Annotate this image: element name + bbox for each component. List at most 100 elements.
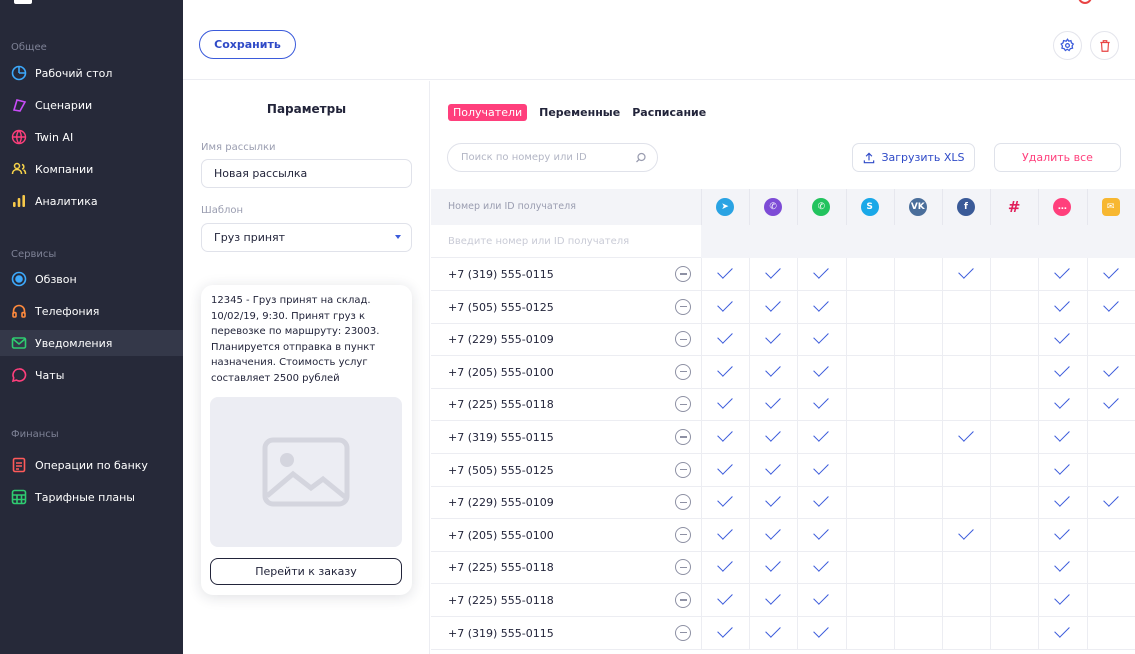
- channel-cell[interactable]: [749, 355, 797, 389]
- sidebar-item[interactable]: Телефония: [0, 298, 183, 324]
- viber-icon[interactable]: ✆: [764, 198, 783, 216]
- channel-cell[interactable]: [942, 616, 990, 650]
- channel-cell[interactable]: [942, 518, 990, 552]
- search-input[interactable]: Поиск по номеру или ID: [447, 143, 658, 172]
- channel-cell[interactable]: [1038, 258, 1086, 291]
- channel-cell[interactable]: [893, 518, 942, 552]
- sidebar-item[interactable]: Операции по банку: [0, 452, 183, 478]
- remove-row-icon[interactable]: [675, 461, 691, 478]
- channel-cell[interactable]: [990, 355, 1038, 389]
- channel-cell[interactable]: [893, 323, 942, 357]
- channel-cell[interactable]: [749, 584, 797, 617]
- channel-cell[interactable]: [749, 453, 797, 487]
- channel-cell[interactable]: [990, 616, 1038, 650]
- channel-cell[interactable]: [893, 355, 942, 389]
- channel-cell[interactable]: [797, 584, 845, 617]
- channel-cell[interactable]: [942, 486, 990, 520]
- go-to-order-button[interactable]: Перейти к заказу: [210, 558, 402, 585]
- channel-cell[interactable]: [1086, 290, 1135, 324]
- channel-cell[interactable]: [1038, 290, 1086, 324]
- channel-cell[interactable]: [701, 584, 749, 617]
- channel-cell[interactable]: [845, 421, 894, 454]
- tab-schedule[interactable]: Расписание: [632, 106, 706, 119]
- slack-icon[interactable]: #: [1005, 198, 1023, 216]
- channel-cell[interactable]: [1038, 421, 1086, 454]
- channel-cell[interactable]: [797, 518, 845, 552]
- channel-cell[interactable]: [701, 323, 749, 357]
- channel-cell[interactable]: [797, 258, 845, 291]
- channel-cell[interactable]: [1086, 551, 1135, 585]
- channel-cell[interactable]: [942, 355, 990, 389]
- channel-cell[interactable]: [701, 453, 749, 487]
- remove-row-icon[interactable]: [675, 331, 691, 348]
- sidebar-item[interactable]: Сценарии: [0, 92, 183, 118]
- channel-cell[interactable]: [797, 323, 845, 357]
- telegram-icon[interactable]: ➤: [716, 198, 734, 216]
- channel-cell[interactable]: [845, 355, 894, 389]
- sidebar-item[interactable]: Компании: [0, 156, 183, 182]
- channel-cell[interactable]: [845, 453, 894, 487]
- channel-cell[interactable]: [893, 616, 942, 650]
- channel-cell[interactable]: [845, 258, 894, 291]
- channel-cell[interactable]: [1038, 518, 1086, 552]
- remove-row-icon[interactable]: [675, 494, 691, 511]
- channel-cell[interactable]: [1038, 355, 1086, 389]
- channel-cell[interactable]: [1086, 421, 1135, 454]
- channel-cell[interactable]: [749, 421, 797, 454]
- channel-cell[interactable]: [701, 355, 749, 389]
- channel-cell[interactable]: [942, 551, 990, 585]
- channel-cell[interactable]: [845, 616, 894, 650]
- channel-cell[interactable]: [797, 421, 845, 454]
- sidebar-item[interactable]: Аналитика: [0, 188, 183, 214]
- channel-cell[interactable]: [1086, 355, 1135, 389]
- channel-cell[interactable]: [797, 453, 845, 487]
- sidebar-item[interactable]: Чаты: [0, 362, 183, 388]
- channel-cell[interactable]: [1086, 323, 1135, 357]
- channel-cell[interactable]: [990, 453, 1038, 487]
- skype-icon[interactable]: S: [860, 198, 879, 216]
- remove-row-icon[interactable]: [675, 363, 691, 380]
- delete-button[interactable]: [1090, 31, 1119, 60]
- facebook-icon[interactable]: f: [957, 198, 975, 216]
- email-icon[interactable]: ✉: [1101, 198, 1120, 216]
- channel-cell[interactable]: [990, 323, 1038, 357]
- channel-cell[interactable]: [942, 290, 990, 324]
- channel-cell[interactable]: [942, 323, 990, 357]
- channel-cell[interactable]: [893, 290, 942, 324]
- delete-all-button[interactable]: Удалить все: [994, 143, 1121, 172]
- channel-cell[interactable]: [1086, 453, 1135, 487]
- channel-cell[interactable]: [701, 388, 749, 422]
- channel-cell[interactable]: [1086, 584, 1135, 617]
- channel-cell[interactable]: [701, 421, 749, 454]
- channel-cell[interactable]: [893, 258, 942, 291]
- remove-row-icon[interactable]: [675, 526, 691, 543]
- sidebar-item[interactable]: Обзвон: [0, 266, 183, 292]
- channel-cell[interactable]: [797, 616, 845, 650]
- settings-button[interactable]: [1053, 31, 1082, 60]
- channel-cell[interactable]: [701, 551, 749, 585]
- channel-cell[interactable]: [1086, 616, 1135, 650]
- channel-cell[interactable]: [749, 518, 797, 552]
- channel-cell[interactable]: [990, 421, 1038, 454]
- channel-cell[interactable]: [942, 388, 990, 422]
- sidebar-item[interactable]: Twin AI: [0, 124, 183, 150]
- channel-cell[interactable]: [845, 584, 894, 617]
- channel-cell[interactable]: [893, 388, 942, 422]
- remove-row-icon[interactable]: [675, 592, 691, 608]
- remove-row-icon[interactable]: [675, 559, 691, 576]
- channel-cell[interactable]: [893, 584, 942, 617]
- channel-cell[interactable]: [845, 551, 894, 585]
- channel-cell[interactable]: [845, 486, 894, 520]
- upload-xls-button[interactable]: Загрузить XLS: [852, 143, 975, 172]
- channel-cell[interactable]: [845, 290, 894, 324]
- channel-cell[interactable]: [990, 486, 1038, 520]
- remove-row-icon[interactable]: [675, 624, 691, 641]
- remove-row-icon[interactable]: [675, 298, 691, 315]
- vk-icon[interactable]: VK: [908, 198, 927, 216]
- channel-cell[interactable]: [701, 486, 749, 520]
- channel-cell[interactable]: [797, 551, 845, 585]
- channel-cell[interactable]: [845, 388, 894, 422]
- channel-cell[interactable]: [893, 486, 942, 520]
- channel-cell[interactable]: [942, 421, 990, 454]
- channel-cell[interactable]: [1086, 486, 1135, 520]
